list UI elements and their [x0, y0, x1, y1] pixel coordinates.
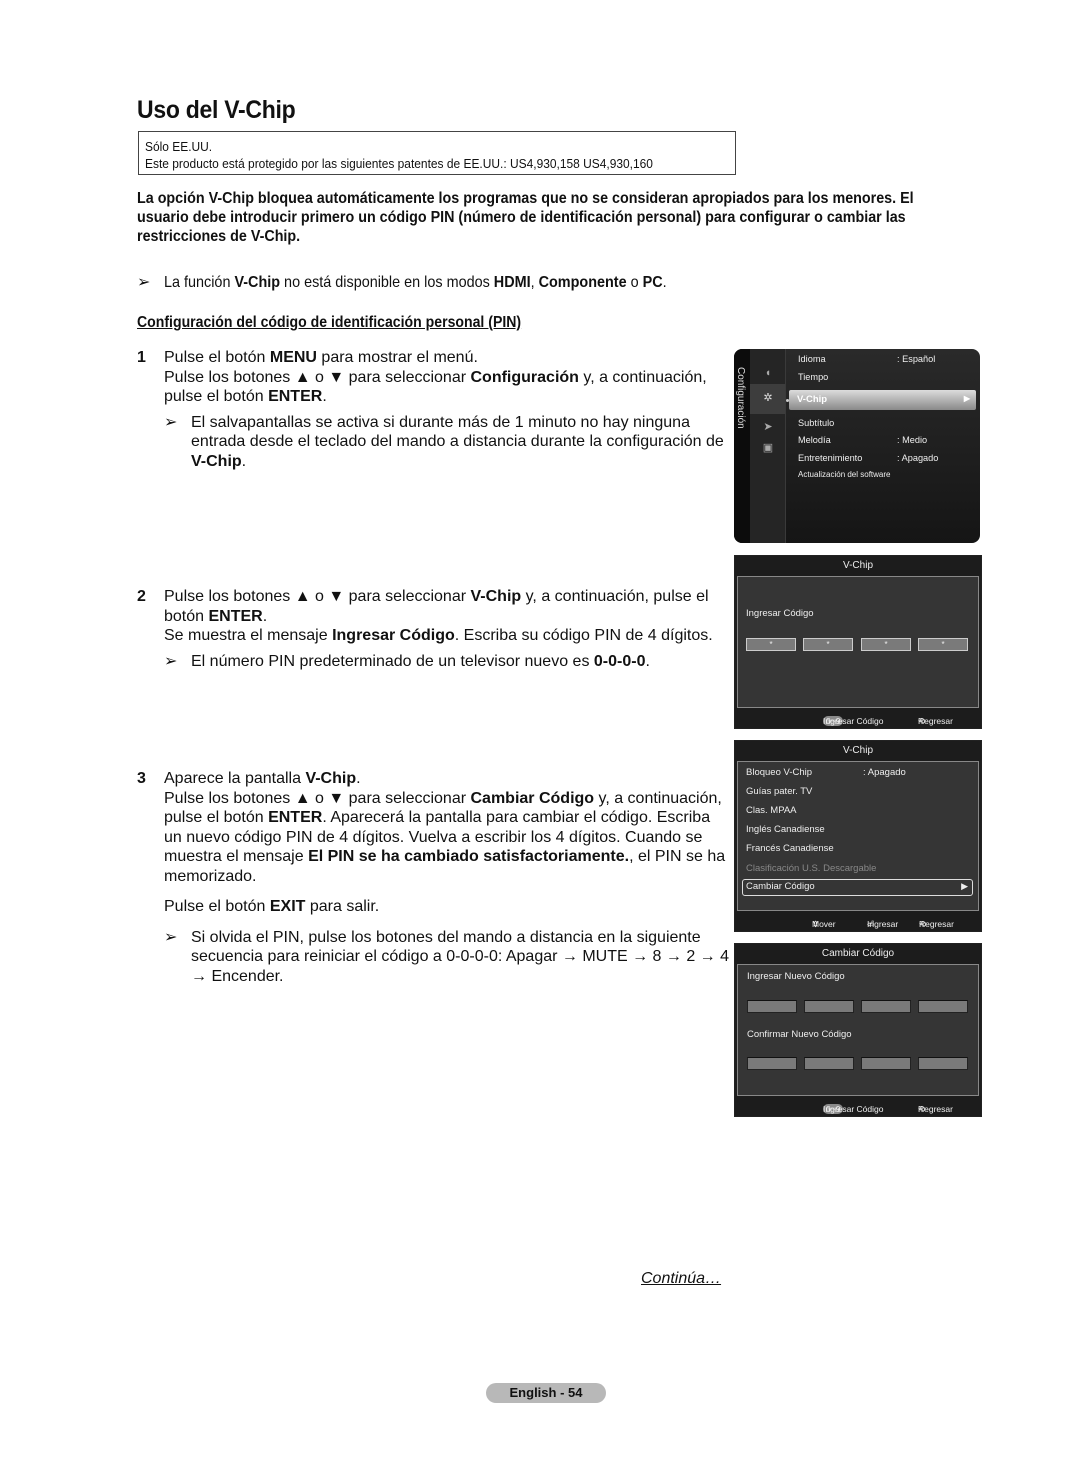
menu-item-tiempo[interactable]: Tiempo [798, 372, 828, 382]
menu-item-subtitulo[interactable]: Subtítulo [798, 418, 834, 428]
pin-prompt: Ingresar Código [746, 608, 814, 619]
intro-line: usuario debe introducir primero un códig… [137, 209, 906, 226]
notice-region: Sólo EE.UU. [145, 139, 213, 154]
section-heading-pin: Configuración del código de identificaci… [137, 314, 522, 331]
vchip-menu-screenshot: V-Chip Bloqueo V-Chip : Apagado Guías pa… [734, 740, 982, 932]
note-arrow-icon: ➢ [164, 652, 178, 670]
setup-menu-screenshot: Configuración ◖ ✲ ➤ ▣ Idioma : Español T… [734, 349, 980, 543]
step-number: 2 [137, 588, 146, 605]
new-code-label: Ingresar Nuevo Código [747, 971, 845, 982]
submenu-arrow-icon: ▶ [961, 881, 968, 891]
vchip-item-guias-tv[interactable]: Guías pater. TV [746, 786, 812, 797]
change-code-screenshot: Cambiar Código Ingresar Nuevo Código Con… [734, 943, 982, 1117]
picture-icon: ◖ [764, 367, 772, 379]
vchip-item-ingles-canadiense[interactable]: Inglés Canadiense [746, 824, 825, 835]
intro-line: La opción V-Chip bloquea automáticamente… [137, 190, 914, 207]
screen-footer: 0~9 Ingresar Código ⟲ Regresar [735, 708, 981, 728]
step-3-note: ➢ Si olvida el PIN, pulse los botones de… [164, 928, 730, 985]
screen-footer: ⇕ Mover ⏎ Ingresar ⟲ Regresar [735, 911, 981, 931]
step-1: 1 Pulse el botón MENU para mostrar el me… [137, 349, 724, 470]
confirm-code-digit-field[interactable] [918, 1057, 968, 1070]
step-1-note: ➢ El salvapantallas se activa si durante… [164, 413, 724, 470]
menu-value-idioma: : Español [897, 354, 936, 364]
menu-item-software-update[interactable]: Actualización del software [798, 470, 891, 479]
page-number-badge: English - 54 [486, 1383, 606, 1403]
menu-item-melodia[interactable]: Melodía [798, 435, 831, 445]
step-number: 1 [137, 349, 146, 366]
step-3: 3 Aparece la pantalla V-Chip. Pulse los … [137, 770, 730, 985]
page-title: Uso del V-Chip [137, 96, 296, 124]
intro-paragraph: La opción V-Chip bloquea automáticamente… [137, 189, 997, 246]
menu-category-label: Configuración [734, 349, 750, 543]
note-unavailable-modes: ➢ La función V-Chip no está disponible en… [137, 274, 667, 291]
menu-item-idioma[interactable]: Idioma [798, 354, 826, 364]
pin-digit-field[interactable]: * [918, 638, 968, 651]
confirm-code-digit-field[interactable] [804, 1057, 854, 1070]
menu-value-melodia: : Medio [897, 435, 928, 445]
continued-link: Continúa… [641, 1270, 722, 1287]
screen-title: V-Chip [735, 741, 981, 761]
new-code-digit-field[interactable] [918, 1000, 968, 1013]
menu-item-entretenimiento[interactable]: Entretenimiento [798, 453, 862, 463]
new-code-digit-field[interactable] [861, 1000, 911, 1013]
step-2-note: ➢ El número PIN predeterminado de un tel… [164, 652, 650, 670]
confirm-code-label: Confirmar Nuevo Código [747, 1029, 852, 1040]
vchip-item-bloqueo[interactable]: Bloqueo V-Chip [746, 767, 812, 778]
note-arrow-icon: ➢ [164, 928, 178, 946]
patent-notice-box: Sólo EE.UU. Este producto está protegido… [138, 131, 736, 175]
vchip-item-mpaa[interactable]: Clas. MPAA [746, 805, 797, 816]
step-2: 2 Pulse los botones ▲ o ▼ para seleccion… [137, 587, 717, 671]
new-code-digit-field[interactable] [747, 1000, 797, 1013]
note-arrow-icon: ➢ [164, 413, 178, 431]
pin-entry-screenshot: V-Chip Ingresar Código * * * * 0~9 Ingres… [734, 555, 982, 729]
setup-icon: ✲ [763, 392, 773, 404]
vchip-value-bloqueo: : Apagado [863, 767, 906, 778]
pin-digit-field[interactable]: * [803, 638, 853, 651]
menu-icon-column: ◖ ✲ ➤ ▣ [750, 349, 786, 543]
menu-value-entretenimiento: : Apagado [897, 453, 939, 463]
step-number: 3 [137, 770, 146, 787]
vchip-item-cambiar-codigo[interactable]: Cambiar Código ▶ [742, 879, 973, 896]
notice-patents: Este producto está protegido por las sig… [145, 156, 653, 171]
vchip-item-frances-canadiense[interactable]: Francés Canadiense [746, 843, 834, 854]
application-icon: ▣ [762, 442, 774, 454]
menu-item-vchip[interactable]: V-Chip ▶ [789, 390, 976, 410]
screen-title: V-Chip [735, 556, 981, 576]
confirm-code-digit-field[interactable] [747, 1057, 797, 1070]
submenu-arrow-icon: ▶ [963, 394, 970, 403]
new-code-digit-field[interactable] [804, 1000, 854, 1013]
pin-digit-field[interactable]: * [861, 638, 911, 651]
note-arrow-icon: ➢ [137, 274, 151, 291]
vchip-item-us-descargable: Clasificación U.S. Descargable [746, 863, 877, 874]
input-icon: ➤ [763, 421, 773, 433]
screen-title: Cambiar Código [735, 944, 981, 964]
confirm-code-digit-field[interactable] [861, 1057, 911, 1070]
intro-line: restricciones de V-Chip. [137, 228, 301, 245]
pin-digit-field[interactable]: * [746, 638, 796, 651]
screen-footer: 0~9 Ingresar Código ⟲ Regresar [735, 1096, 981, 1116]
